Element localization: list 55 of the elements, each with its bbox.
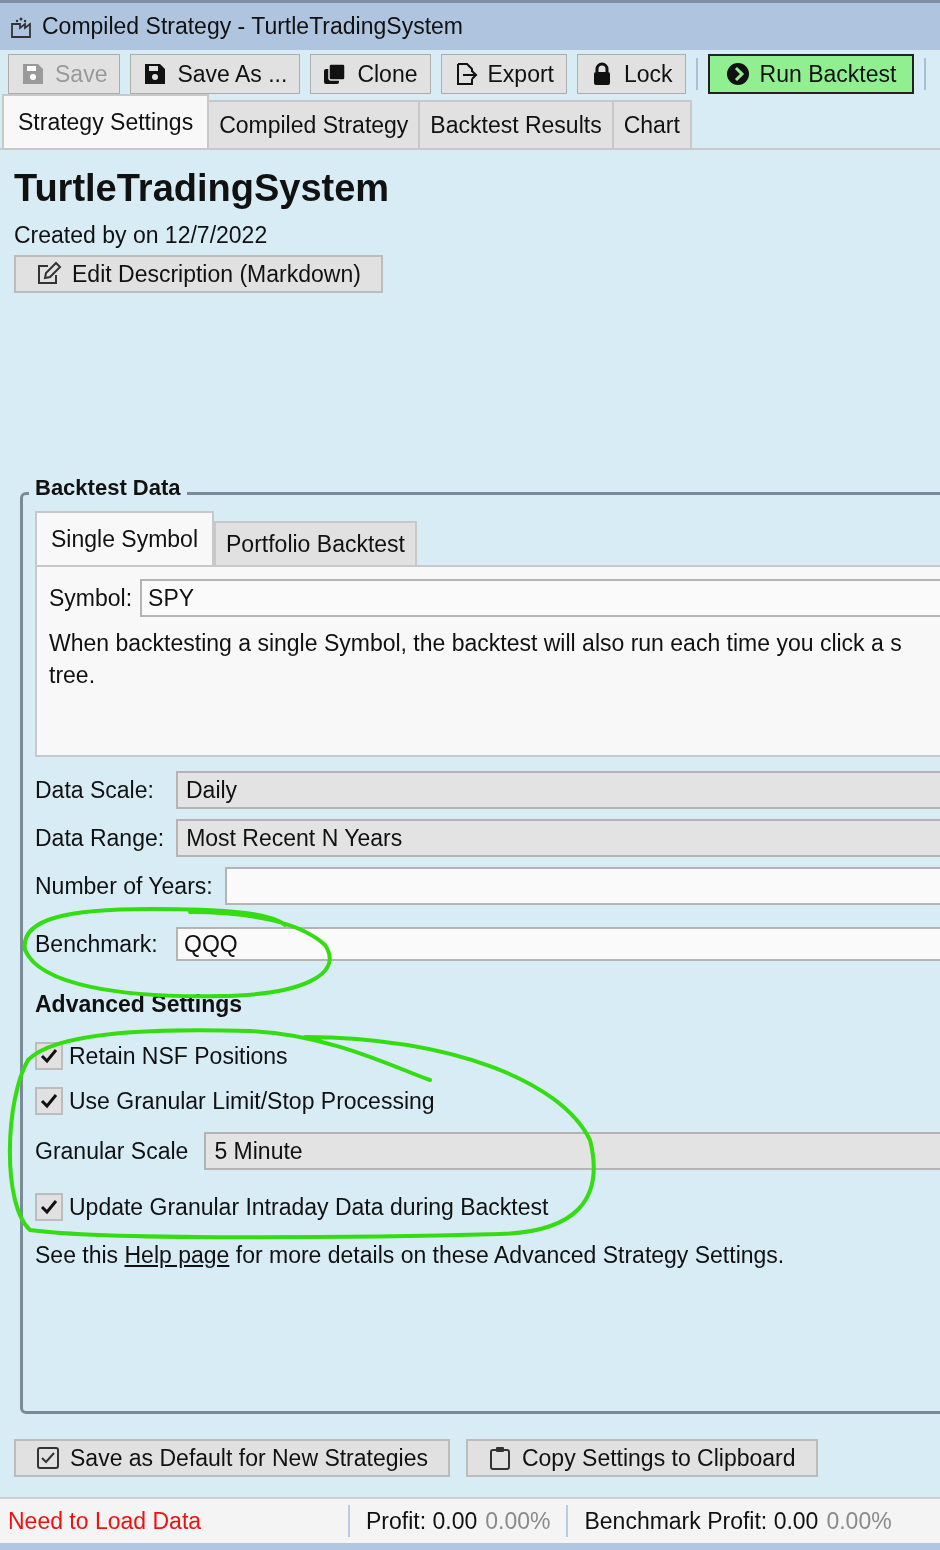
field-label: Data Scale: <box>35 776 155 804</box>
dropdown[interactable]: Daily <box>176 771 940 809</box>
action-button[interactable]: Copy Settings to Clipboard <box>465 1439 818 1477</box>
benchmark-profit-text: Benchmark Profit: 0.00 <box>584 1507 819 1535</box>
field-label: Symbol: <box>49 584 133 612</box>
profit-percent: 0.00% <box>485 1507 551 1535</box>
symbol-field[interactable]: SPY <box>140 579 940 617</box>
help-link[interactable]: Help page <box>124 1242 230 1268</box>
checkbox[interactable] <box>35 1087 63 1115</box>
checkbox-label: Retain NSF Positions <box>69 1042 288 1070</box>
toolbar-button[interactable]: Export <box>440 54 567 94</box>
checkbox-label: Use Granular Limit/Stop Processing <box>69 1087 435 1115</box>
info-text: tree. <box>49 661 97 690</box>
input-field[interactable]: QQQ <box>176 927 940 961</box>
tab[interactable]: Strategy Settings <box>2 94 210 148</box>
toolbar-button[interactable]: Lock <box>577 54 686 94</box>
toolbar-button[interactable]: Run Backtest <box>707 54 915 94</box>
field-label: Granular Scale <box>35 1137 189 1165</box>
section-title: Advanced Settings <box>35 991 244 1018</box>
checkbox[interactable] <box>35 1193 63 1221</box>
window-title: Compiled Strategy - TurtleTradingSystem <box>42 13 463 40</box>
field-label: Number of Years: <box>35 872 213 900</box>
input-field[interactable] <box>224 867 940 905</box>
info-text: When backtesting a single Symbol, the backtest will also run each time you click a s <box>49 629 903 658</box>
floppy-icon <box>143 62 168 86</box>
copy-icon <box>323 62 348 86</box>
floppy-icon <box>21 62 45 86</box>
action-button[interactable]: Save as Default for New Strategies <box>14 1439 450 1477</box>
chevron-circle-icon <box>725 62 750 86</box>
app-icon <box>10 15 32 38</box>
toolbar-button[interactable]: Save As ... <box>130 54 301 94</box>
tab[interactable]: Backtest Results <box>418 100 614 148</box>
tab[interactable]: Single Symbol <box>35 511 215 565</box>
dropdown[interactable]: 5 Minute <box>204 1132 940 1170</box>
benchmark-percent: 0.00% <box>826 1507 892 1535</box>
edit-description-button[interactable]: Edit Description (Markdown) <box>14 255 383 293</box>
tab[interactable]: Portfolio Backtest <box>214 521 417 565</box>
toolbar-button[interactable]: Clone <box>310 54 431 94</box>
tab[interactable]: Chart <box>611 100 692 148</box>
checkbox-label: Update Granular Intraday Data during Backtest <box>69 1193 549 1221</box>
check-icon <box>39 1197 59 1217</box>
profit-text: Profit: 0.00 <box>366 1507 478 1535</box>
strategy-title: TurtleTradingSystem <box>14 166 391 211</box>
check-icon <box>39 1046 59 1066</box>
created-text: Created by on 12/7/2022 <box>14 222 269 249</box>
check-icon <box>39 1091 59 1111</box>
checkbox-icon <box>36 1446 60 1470</box>
clipboard-icon <box>487 1446 512 1470</box>
help-text: See this Help page for more details on these Advanced Strategy Settings. <box>35 1242 786 1269</box>
field-label: Data Range: <box>35 824 165 852</box>
tab[interactable]: Compiled Strategy <box>207 100 421 148</box>
field-label: Benchmark: <box>35 930 159 958</box>
edit-icon <box>36 261 62 287</box>
dropdown[interactable]: Most Recent N Years <box>176 819 940 857</box>
status-message: Need to Load Data <box>8 1507 203 1535</box>
